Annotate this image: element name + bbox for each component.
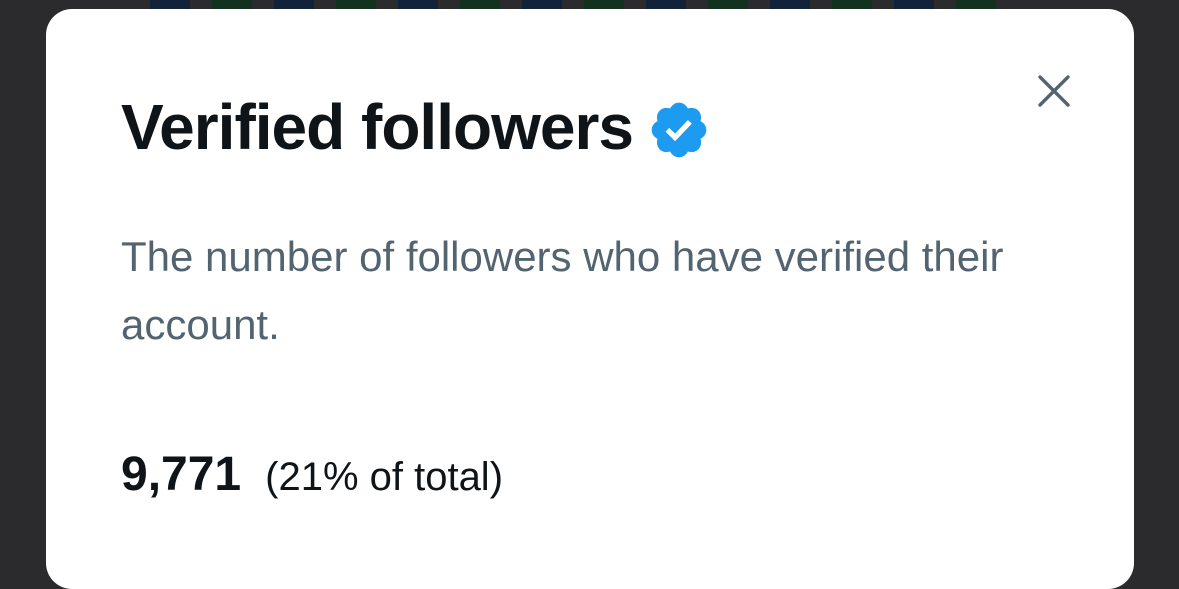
verified-followers-dialog: Verified followers The number of followe… [46, 9, 1134, 589]
verified-followers-count: 9,771 [121, 448, 242, 501]
verified-followers-stat: 9,771 (21% of total) [121, 447, 503, 502]
dialog-header: Verified followers [121, 87, 711, 167]
close-icon [1038, 75, 1070, 107]
dialog-description: The number of followers who have verifie… [121, 233, 1004, 348]
close-button[interactable] [1022, 59, 1086, 123]
verified-followers-percent: (21% of total) [265, 455, 504, 499]
dialog-title: Verified followers [121, 91, 634, 163]
verified-badge-icon [651, 102, 707, 158]
